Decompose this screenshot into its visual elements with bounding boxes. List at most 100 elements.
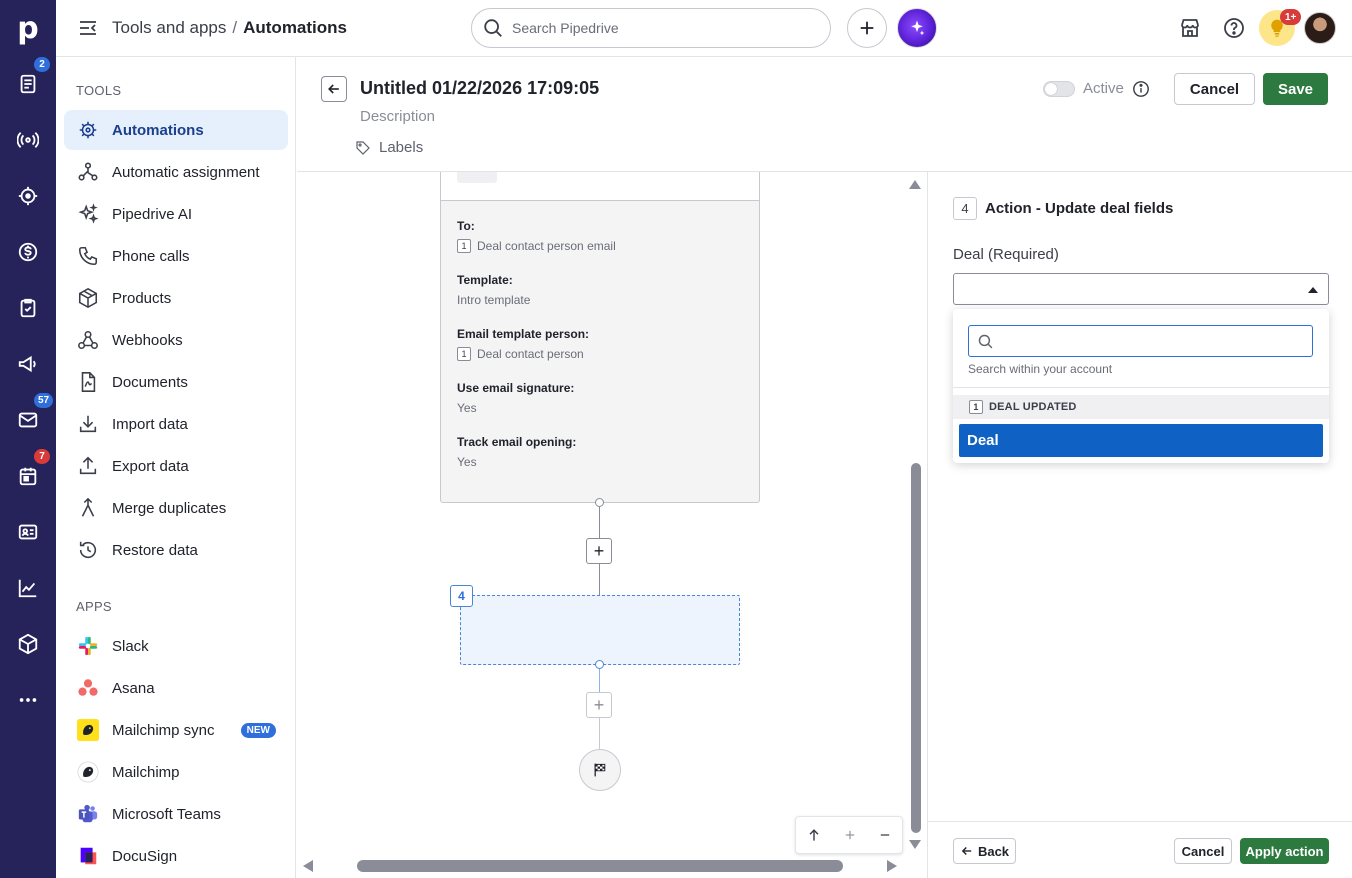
mail-badge: 57 — [34, 393, 54, 408]
menu-collapse-icon[interactable] — [78, 18, 98, 38]
sidebar-item-merge-duplicates[interactable]: Merge duplicates — [64, 488, 288, 528]
sidebar-item-phone-calls[interactable]: Phone calls — [64, 236, 288, 276]
apply-action-button[interactable]: Apply action — [1240, 838, 1329, 864]
scroll-down-arrow-icon[interactable] — [909, 840, 921, 849]
arrow-left-icon — [328, 84, 339, 94]
description-field[interactable]: Description — [360, 108, 435, 125]
sidebar-item-import-data[interactable]: Import data — [64, 404, 288, 444]
leads-icon[interactable] — [16, 72, 40, 96]
dropdown-search[interactable] — [968, 325, 1313, 357]
automation-header: Untitled 01/22/2026 17:09:05 Description… — [297, 57, 1352, 172]
panel-footer: Back Cancel Apply action — [928, 821, 1352, 878]
back-button[interactable] — [321, 76, 347, 102]
ai-assistant-button[interactable] — [897, 8, 937, 48]
sidebar-item-automatic-assignment[interactable]: Automatic assignment — [64, 152, 288, 192]
products-rail-icon[interactable] — [16, 632, 40, 656]
zoom-in-icon[interactable] — [843, 828, 857, 842]
dropdown-group-header: 1 DEAL UPDATED — [953, 395, 1329, 419]
add-step-button[interactable]: + — [586, 538, 612, 564]
notifications-badge: 1+ — [1280, 9, 1302, 25]
automation-title[interactable]: Untitled 01/22/2026 17:09:05 — [360, 78, 599, 99]
workflow-canvas[interactable]: To: 1 Deal contact person email Template:… — [297, 172, 927, 878]
labels-button[interactable]: Labels — [355, 139, 423, 156]
marketplace-icon[interactable] — [1178, 16, 1202, 40]
scroll-left-arrow-icon[interactable] — [303, 860, 313, 872]
breadcrumb: Tools and apps / Automations — [112, 18, 347, 37]
phone-icon — [76, 244, 100, 268]
active-toggle[interactable] — [1043, 81, 1075, 97]
save-button[interactable]: Save — [1263, 73, 1328, 105]
webhook-icon — [76, 328, 100, 352]
document-icon — [76, 370, 100, 394]
send-email-action-card[interactable]: To: 1 Deal contact person email Template:… — [440, 172, 760, 503]
sidebar-item-webhooks[interactable]: Webhooks — [64, 320, 288, 360]
top-bar: Tools and apps/Automations 1+ — [56, 0, 1352, 57]
zoom-out-icon[interactable] — [878, 828, 892, 842]
panel-cancel-button[interactable]: Cancel — [1174, 838, 1232, 864]
sidebar-item-asana[interactable]: Asana — [64, 668, 288, 708]
sidebar-item-documents[interactable]: Documents — [64, 362, 288, 402]
sidebar-item-pipedrive-ai[interactable]: Pipedrive AI — [64, 194, 288, 234]
finish-flag-icon — [594, 763, 606, 777]
mail-icon[interactable] — [16, 408, 40, 432]
scroll-up-arrow-icon[interactable] — [909, 180, 921, 189]
quick-add-button[interactable] — [847, 8, 887, 48]
more-icon[interactable] — [16, 688, 40, 712]
deal-field-label: Deal (Required) — [953, 246, 1059, 263]
sidebar-item-automations[interactable]: Automations — [64, 110, 288, 150]
dropdown-search-input[interactable] — [1002, 333, 1302, 349]
sidebar-item-slack[interactable]: Slack — [64, 626, 288, 666]
arrow-up-icon[interactable] — [806, 827, 822, 843]
tools-section-title: TOOLS — [76, 83, 122, 98]
sidebar-item-products[interactable]: Products — [64, 278, 288, 318]
megaphone-icon[interactable] — [16, 352, 40, 376]
deal-select[interactable] — [953, 273, 1329, 305]
new-badge: NEW — [240, 722, 276, 738]
finish-node — [579, 749, 621, 791]
panel-title: Action - Update deal fields — [985, 200, 1174, 217]
search-input[interactable] — [512, 20, 812, 36]
merge-icon — [76, 496, 100, 520]
sidebar-item-docusign[interactable]: DocuSign — [64, 836, 288, 876]
broadcast-icon[interactable] — [16, 128, 40, 152]
sidebar-item-mailchimp-sync[interactable]: Mailchimp sync NEW — [64, 710, 288, 750]
add-step-button-disabled[interactable]: + — [586, 692, 612, 718]
canvas-vertical-scroll-thumb[interactable] — [911, 463, 921, 833]
contacts-icon[interactable] — [16, 520, 40, 544]
dropdown-option-deal[interactable]: Deal — [959, 424, 1323, 457]
user-avatar[interactable] — [1304, 12, 1336, 44]
left-rail: p 2 57 7 — [0, 0, 56, 878]
info-icon[interactable] — [1132, 80, 1150, 98]
tasks-icon[interactable] — [16, 296, 40, 320]
breadcrumb-parent[interactable]: Tools and apps — [112, 18, 226, 37]
pipedrive-logo[interactable]: p — [0, 0, 56, 56]
global-search[interactable] — [471, 8, 831, 48]
help-icon[interactable] — [1222, 16, 1246, 40]
tag-icon — [356, 140, 370, 155]
panel-back-button[interactable]: Back — [953, 838, 1016, 864]
sidebar-item-export-data[interactable]: Export data — [64, 446, 288, 486]
arrow-left-icon — [961, 847, 972, 855]
canvas-horizontal-scroll-thumb[interactable] — [357, 860, 843, 872]
sidebar-item-mailchimp[interactable]: Mailchimp — [64, 752, 288, 792]
zoom-controls — [795, 816, 903, 854]
calendar-icon[interactable] — [16, 464, 40, 488]
target-icon[interactable] — [16, 184, 40, 208]
connector-line — [599, 564, 600, 595]
search-icon — [484, 19, 502, 37]
cancel-button[interactable]: Cancel — [1174, 73, 1255, 105]
slack-icon — [76, 634, 100, 658]
sidebar-item-restore-data[interactable]: Restore data — [64, 530, 288, 570]
card-field-template: Template: Intro template — [457, 273, 531, 307]
step-number-badge: 4 — [450, 585, 473, 607]
caret-up-icon — [1308, 287, 1318, 293]
card-field-track-opening: Track email opening: Yes — [457, 435, 577, 469]
new-action-placeholder[interactable] — [460, 595, 740, 665]
upload-icon — [76, 454, 100, 478]
insights-icon[interactable] — [16, 576, 40, 600]
dollar-icon[interactable] — [16, 240, 40, 264]
automations-icon — [76, 118, 100, 142]
sidebar-item-microsoft-teams[interactable]: Microsoft Teams — [64, 794, 288, 834]
scroll-right-arrow-icon[interactable] — [887, 860, 897, 872]
docusign-icon — [76, 844, 100, 868]
